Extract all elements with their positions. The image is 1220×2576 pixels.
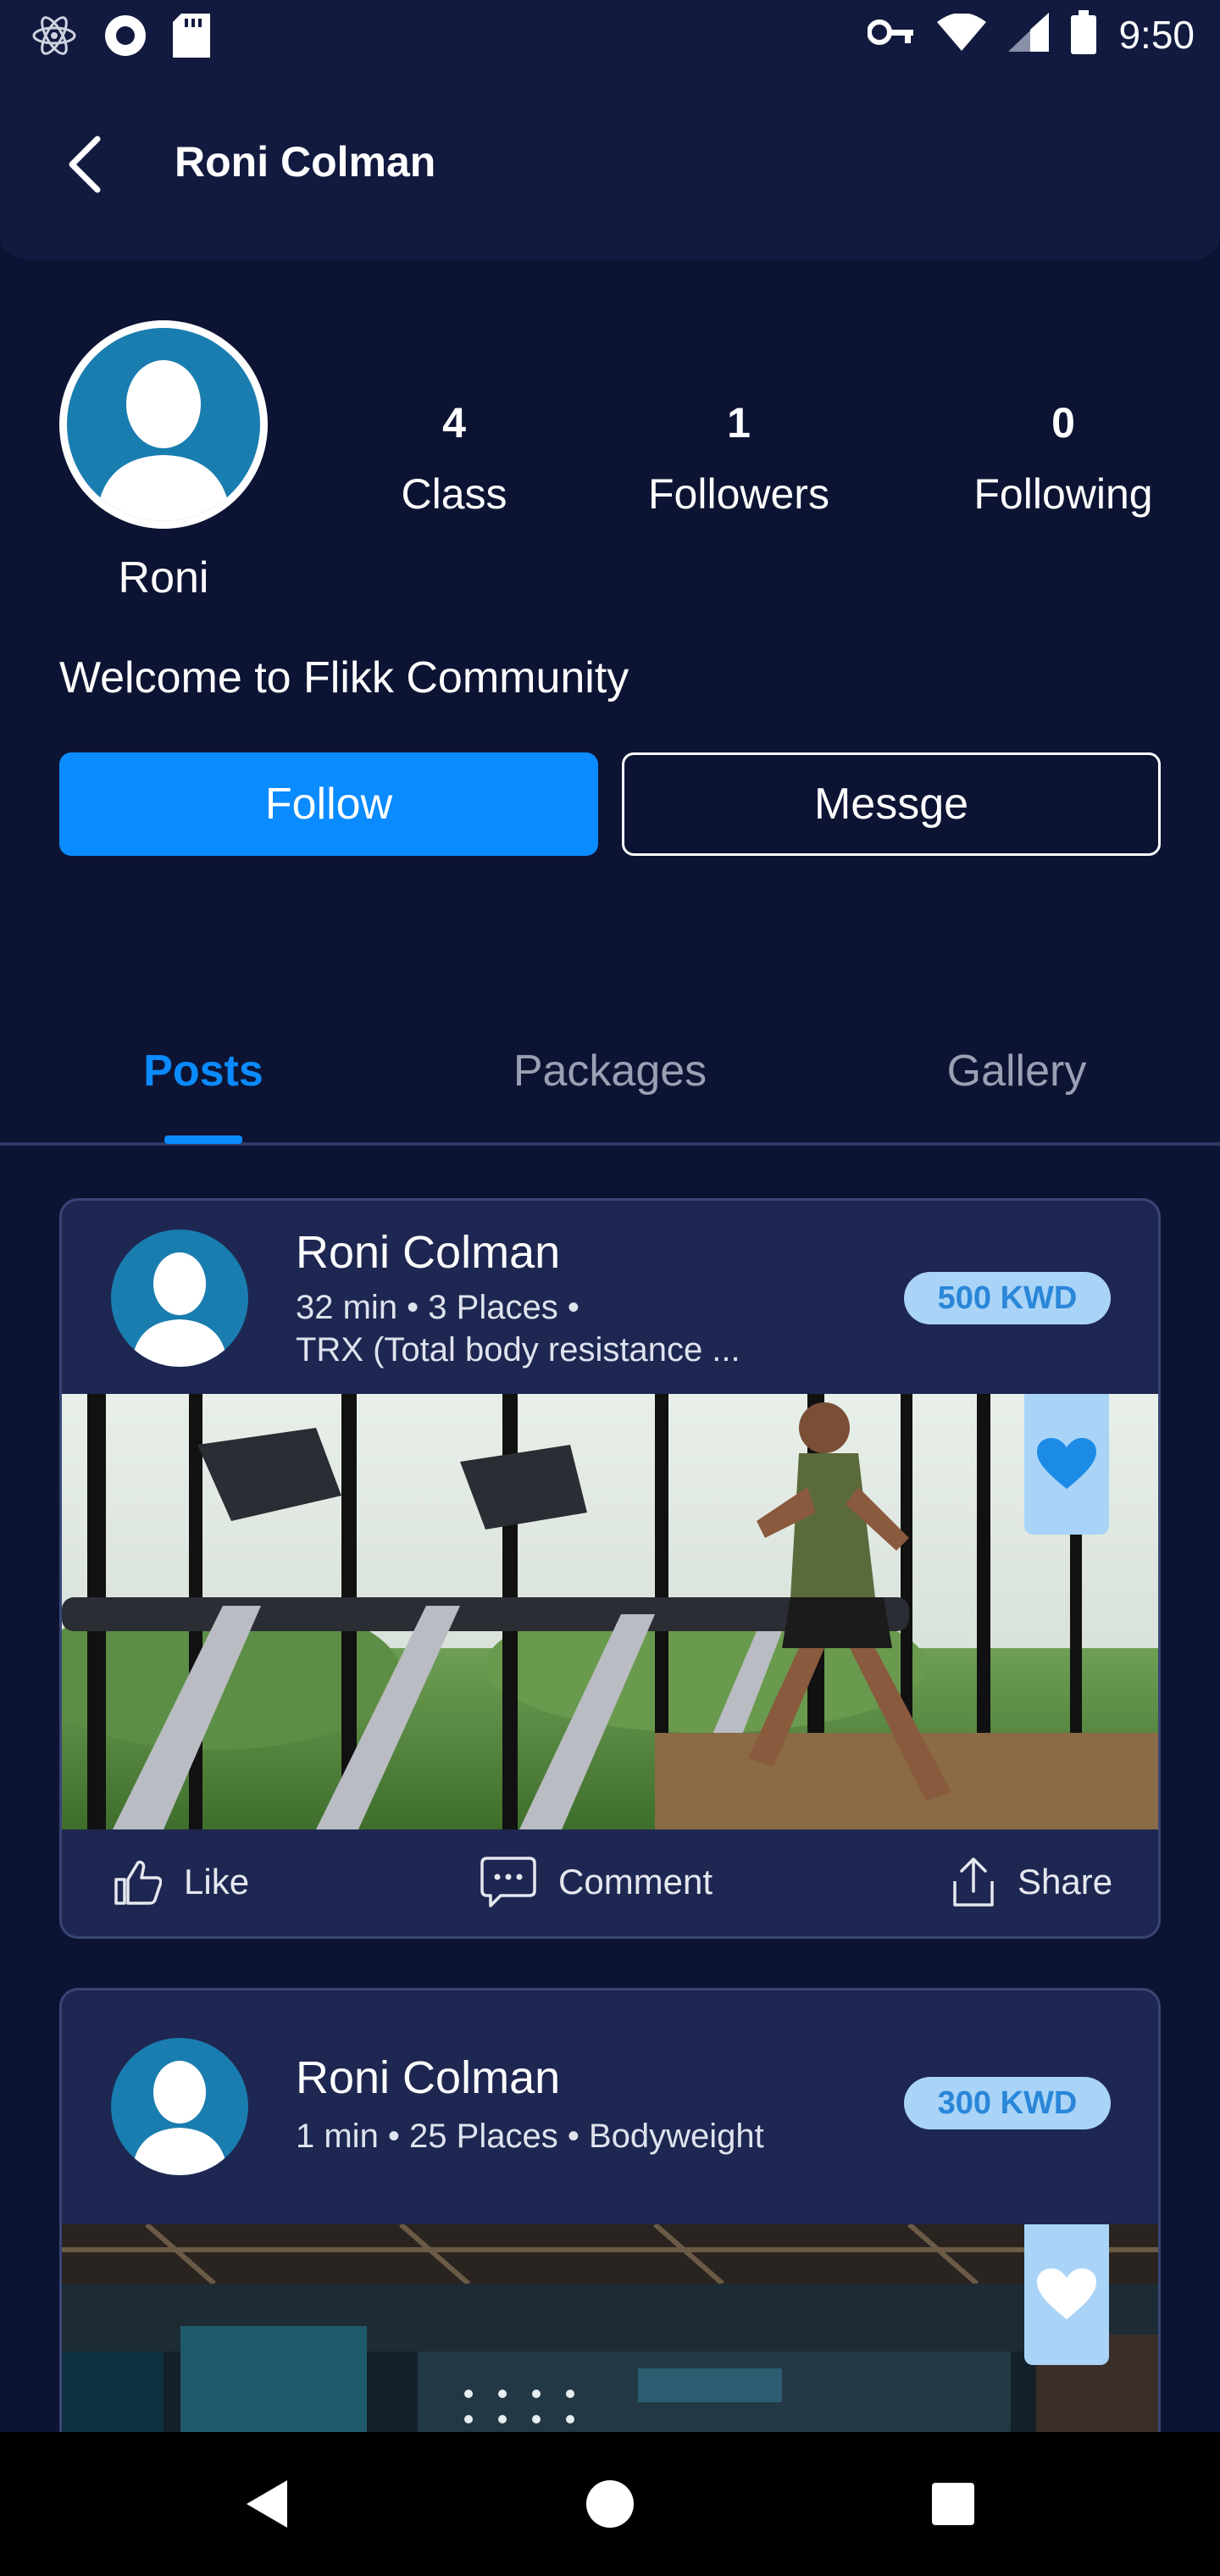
profile-name: Roni: [118, 553, 209, 602]
message-button[interactable]: Messge: [622, 752, 1161, 856]
post-author-name[interactable]: Roni Colman: [296, 2051, 560, 2104]
status-bar: 9:50: [0, 0, 1220, 71]
sd-card-icon: [173, 14, 210, 62]
comment-icon: [480, 1857, 536, 1907]
nav-recent-icon: [932, 2483, 974, 2525]
tab-packages[interactable]: Packages: [474, 1046, 746, 1096]
system-nav-bar: [0, 2432, 1220, 2576]
tab-active-indicator: [164, 1135, 242, 1144]
key-icon: [867, 15, 915, 53]
atom-icon: [30, 12, 78, 64]
back-button[interactable]: [51, 130, 119, 198]
heart-outline-icon: [1037, 2268, 1096, 2319]
stat-class[interactable]: 4 Class: [369, 398, 539, 519]
comment-label: Comment: [558, 1862, 713, 1901]
post-image[interactable]: [62, 1394, 1158, 1829]
comment-button[interactable]: Comment: [480, 1829, 713, 1935]
post-meta: 1 min • 25 Places • Bodyweight: [296, 2118, 764, 2155]
stat-class-value: 4: [442, 399, 466, 447]
treadmill-gym-photo: [62, 1394, 1158, 1829]
record-icon: [103, 14, 147, 62]
post-actions: Like Comment Share: [62, 1829, 1158, 1935]
post-author-avatar[interactable]: [111, 2038, 248, 2175]
page-title: Roni Colman: [175, 138, 436, 186]
stat-following[interactable]: 0 Following: [949, 398, 1178, 519]
favorite-button[interactable]: [1024, 1394, 1109, 1535]
post-author-name[interactable]: Roni Colman: [296, 1226, 560, 1279]
wifi-icon: [937, 13, 987, 55]
profile-avatar[interactable]: [59, 320, 268, 529]
app-header: Roni Colman: [0, 71, 1220, 259]
post-author-avatar[interactable]: [111, 1230, 248, 1367]
share-icon: [953, 1857, 994, 1907]
post-meta: 32 min • 3 Places •: [296, 1289, 580, 1326]
post-card[interactable]: Roni Colman 32 min • 3 Places • TRX (Tot…: [59, 1198, 1161, 1939]
share-button[interactable]: Share: [951, 1829, 1112, 1935]
heart-filled-icon: [1037, 1438, 1096, 1489]
thumbs-up-icon: [114, 1860, 162, 1905]
back-arrow-icon: [69, 136, 101, 193]
stat-followers-label: Followers: [648, 470, 829, 518]
nav-home-icon: [586, 2480, 634, 2528]
user-silhouette-icon: [131, 2061, 228, 2175]
price-badge: 300 KWD: [904, 2077, 1111, 2129]
stat-class-label: Class: [401, 470, 507, 518]
battery-icon: [1071, 10, 1097, 58]
stat-following-value: 0: [1051, 399, 1075, 447]
signal-icon: [1008, 13, 1050, 56]
favorite-button[interactable]: [1024, 2224, 1109, 2365]
stat-followers[interactable]: 1 Followers: [627, 398, 851, 519]
stat-following-label: Following: [973, 470, 1153, 518]
follow-button[interactable]: Follow: [59, 752, 598, 856]
nav-back-icon: [247, 2480, 287, 2528]
like-button[interactable]: Like: [113, 1829, 249, 1935]
tab-bar: Posts Packages Gallery: [0, 1025, 1220, 1146]
nav-back-button[interactable]: [229, 2466, 305, 2542]
tab-gallery[interactable]: Gallery: [915, 1046, 1118, 1096]
user-silhouette-icon: [96, 360, 231, 521]
status-time: 9:50: [1118, 12, 1195, 57]
nav-home-button[interactable]: [572, 2466, 648, 2542]
user-silhouette-icon: [131, 1252, 228, 1367]
stat-followers-value: 1: [727, 399, 751, 447]
profile-bio: Welcome to Flikk Community: [59, 653, 629, 702]
tab-posts[interactable]: Posts: [102, 1046, 305, 1096]
post-subtitle: TRX (Total body resistance ...: [296, 1331, 740, 1368]
like-label: Like: [184, 1862, 250, 1901]
price-badge: 500 KWD: [904, 1272, 1111, 1324]
nav-recent-button[interactable]: [915, 2466, 991, 2542]
share-label: Share: [1018, 1862, 1113, 1901]
